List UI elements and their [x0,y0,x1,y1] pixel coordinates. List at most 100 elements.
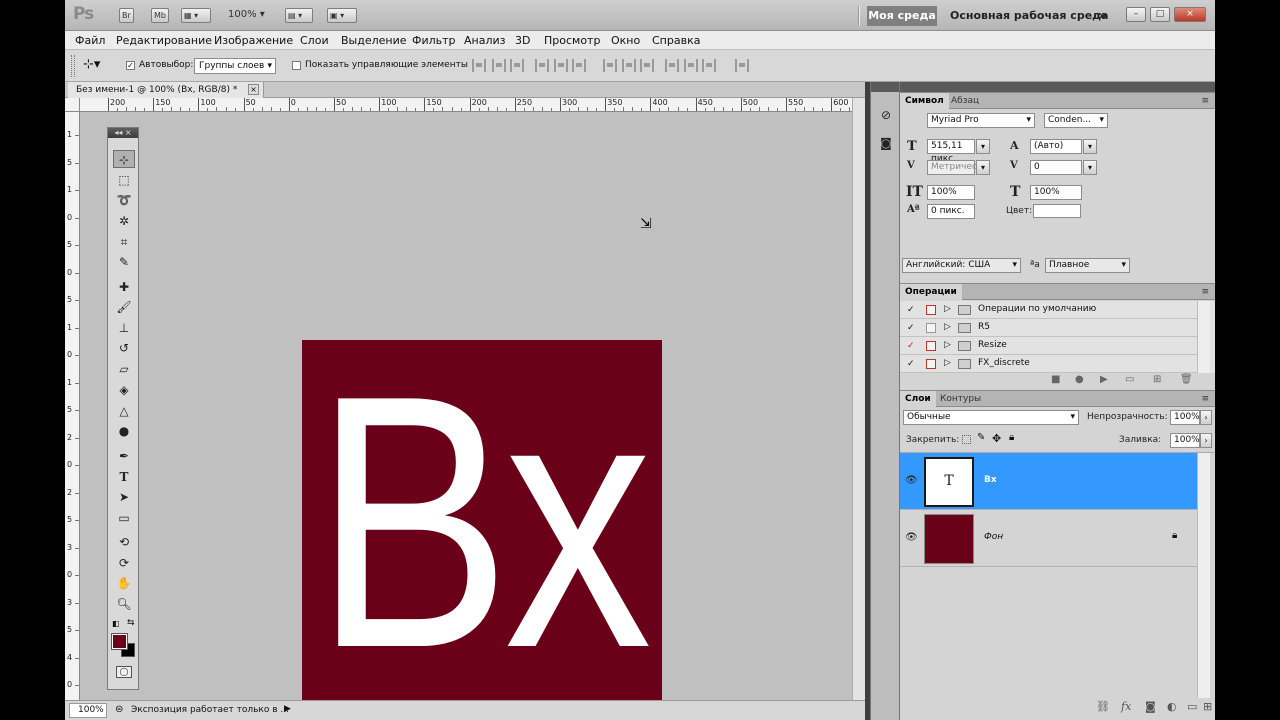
new-layer-icon[interactable]: ⊞ [1203,700,1212,713]
distribute-top-icon[interactable] [603,59,617,72]
action-row[interactable]: ✓ ▷ Resize [900,337,1197,355]
lock-pixels-icon[interactable]: ✎ [977,432,985,443]
blend-mode-select[interactable]: Обычные ▾ [903,410,1079,425]
align-right-icon[interactable] [572,59,586,72]
layer-name[interactable]: Фон [984,532,1003,542]
align-hcenter-icon[interactable] [554,59,568,72]
autoselect-checkbox[interactable]: ✓ [126,61,135,70]
document-canvas[interactable]: Bx [302,340,662,700]
layers-panel-menu-icon[interactable]: ≡ [1201,394,1209,404]
3d-rotate-tool-icon[interactable]: ⟲ [113,533,135,551]
menu-view[interactable]: Просмотр [544,34,600,47]
action-row[interactable]: ✓ ▷ FX_discrete [900,355,1197,373]
tracking-field[interactable]: 0 [1030,160,1082,175]
layer-row[interactable]: 👁︎ Фон 🔒︎ [900,510,1197,567]
foreground-color-swatch[interactable] [111,633,128,650]
view-extras-button[interactable]: ▦ ▾ [181,8,211,23]
swap-colors-icon[interactable]: ⇆ [127,618,135,628]
history-brush-tool-icon[interactable]: ↺ [113,339,135,357]
path-selection-tool-icon[interactable]: ➤ [113,488,135,506]
status-zoom-field[interactable]: 100% [69,703,107,718]
distribute-bottom-icon[interactable] [640,59,654,72]
maximize-button[interactable]: □ [1150,7,1170,22]
tab-paths[interactable]: Контуры [935,391,986,407]
minimize-button[interactable]: – [1126,7,1146,22]
record-icon[interactable]: ● [1075,374,1084,385]
document-tab[interactable]: Без имени-1 @ 100% (Bx, RGB/8) * × [68,82,264,98]
close-document-icon[interactable]: × [248,84,259,95]
dodge-tool-icon[interactable]: ● [113,422,135,440]
vertical-scale-field[interactable]: 100% [927,185,975,200]
link-layers-icon[interactable]: ⛓ [1096,700,1110,713]
adjustment-layer-icon[interactable]: ◐ [1167,700,1177,713]
tab-actions[interactable]: Операции [900,284,962,300]
eraser-tool-icon[interactable]: ▱ [113,360,135,378]
brush-tool-icon[interactable]: 🖌 [113,298,135,316]
horizontal-ruler[interactable]: 200 150 100 50 0 50 100 150 200 250 300 350 400 450 50… [80,98,852,112]
tools-panel-header[interactable]: ◂◂ × [108,128,138,138]
align-vcenter-icon[interactable] [492,59,506,72]
menu-window[interactable]: Окно [611,34,640,47]
kerning-dropdown[interactable]: ▾ [976,160,990,175]
leading-dropdown[interactable]: ▾ [1083,139,1097,154]
screen-mode-button[interactable]: ▣ ▾ [327,8,357,23]
menu-3d[interactable]: 3D [515,34,530,47]
layer-row[interactable]: 👁︎ T Bx [900,453,1197,510]
hand-tool-icon[interactable]: ✋ [113,574,135,592]
canvas-workspace[interactable]: Bx ⇲ [80,112,852,700]
distribute-right-icon[interactable] [702,59,716,72]
distribute-vcenter-icon[interactable] [622,59,636,72]
histogram-panel-icon[interactable]: ◙ [877,134,895,152]
fill-field[interactable]: 100% [1170,433,1200,448]
menu-filter[interactable]: Фильтр [412,34,456,47]
default-colors-icon[interactable]: ◧ [112,619,120,628]
actions-panel-menu-icon[interactable]: ≡ [1201,287,1209,297]
move-tool-icon[interactable]: ⊹ [113,150,135,168]
menu-file[interactable]: Файл [75,34,105,47]
font-style-select[interactable]: Conden... ▾ [1044,113,1108,128]
lock-position-icon[interactable]: ✥ [992,432,1001,445]
action-dialog-toggle-icon[interactable] [926,341,936,351]
3d-orbit-tool-icon[interactable]: ⟳ [113,554,135,572]
arrange-documents-button[interactable]: ▤ ▾ [285,8,313,23]
ruler-origin[interactable] [65,98,80,112]
menu-help[interactable]: Справка [652,34,700,47]
action-enabled-check-icon[interactable]: ✓ [907,305,917,315]
type-tool-icon[interactable]: T [113,468,135,486]
new-group-icon[interactable]: ▭ [1187,700,1197,713]
font-size-dropdown[interactable]: ▾ [976,139,990,154]
shape-tool-icon[interactable]: ▭ [113,509,135,527]
action-dialog-toggle-icon[interactable] [926,359,936,369]
pen-tool-icon[interactable]: ✒ [113,447,135,465]
lasso-tool-icon[interactable]: ➰ [113,191,135,209]
new-action-icon[interactable]: ⊞ [1153,374,1161,385]
language-select[interactable]: Английский: США ▾ [902,258,1021,273]
action-row[interactable]: ✓ ▷ R5 [900,319,1197,337]
zoom-tool-icon[interactable]: 🔍︎ [113,595,135,613]
zoom-level-dropdown[interactable]: 100% ▾ [228,9,265,20]
menu-edit[interactable]: Редактирование [116,34,212,47]
canvas-vertical-scrollbar[interactable] [852,98,865,700]
antialias-select[interactable]: Плавное ▾ [1045,258,1130,273]
lock-transparent-icon[interactable] [962,435,971,444]
expand-arrow-icon[interactable]: ▷ [944,340,951,350]
action-dialog-toggle-icon[interactable] [926,323,936,333]
layer-style-icon[interactable]: fx [1121,700,1131,713]
healing-brush-tool-icon[interactable]: ✚ [113,278,135,296]
lock-all-icon[interactable]: 🔒︎ [1009,432,1014,443]
horizontal-scale-field[interactable]: 100% [1030,185,1082,200]
tab-paragraph[interactable]: Абзац [946,93,984,109]
expand-arrow-icon[interactable]: ▷ [944,322,951,332]
menu-analysis[interactable]: Анализ [464,34,506,47]
marquee-tool-icon[interactable]: ⬚ [113,171,135,189]
kerning-field[interactable]: Метрически [927,160,988,175]
action-dialog-toggle-icon[interactable] [926,305,936,315]
show-transform-controls-checkbox[interactable] [292,61,301,70]
auto-align-layers-icon[interactable] [735,59,749,72]
expand-arrow-icon[interactable]: ▷ [944,358,951,368]
bridge-button[interactable]: Br [119,8,134,23]
menu-layers[interactable]: Слои [300,34,329,47]
stop-recording-icon[interactable]: ■ [1051,374,1060,385]
crop-tool-icon[interactable]: ⌗ [113,233,135,251]
quick-select-tool-icon[interactable]: ✲ [113,212,135,230]
